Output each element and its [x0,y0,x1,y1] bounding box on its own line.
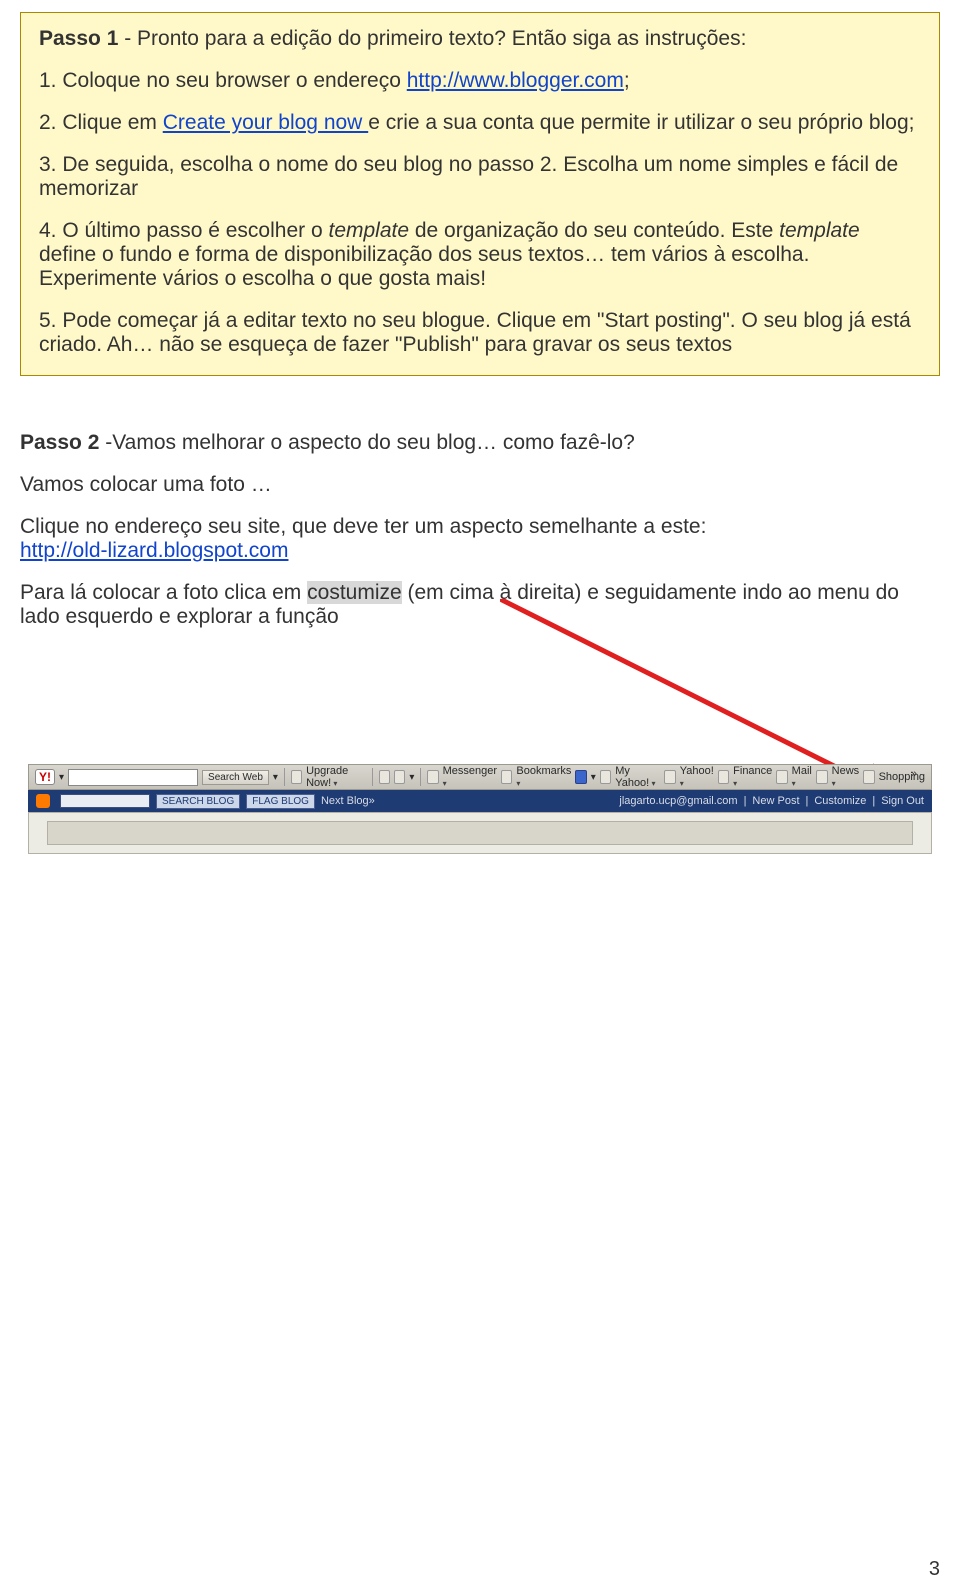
item4-e: define o fundo e forma de disponibilizaç… [39,243,809,290]
customize-link[interactable]: Customize [814,795,866,807]
passo1-item2: 2. Clique em Create your blog now e crie… [39,111,921,135]
search-web-button[interactable]: Search Web [202,770,269,785]
navbar-sep: | [872,795,875,807]
myyahoo-button[interactable]: My Yahoo! [615,765,660,789]
blogspot-link[interactable]: http://old-lizard.blogspot.com [20,539,288,562]
passo1-title: Passo 1 - Pronto para a edição do primei… [39,27,921,51]
blogger-link[interactable]: http://www.blogger.com [407,69,624,92]
browser-screenshot: Y! ▾ Search Web ▾ Upgrade Now! ▾ Messeng… [20,659,940,899]
plus-icon[interactable] [575,770,586,784]
myyahoo-icon [600,770,611,784]
passo1-item5: 5. Pode começar já a editar texto no seu… [39,309,921,357]
item1-prefix: 1. Coloque no seu browser o endereço [39,69,407,92]
toolbar-icon[interactable] [379,770,390,784]
overflow-chevron-icon[interactable]: » [911,768,917,780]
passo1-item4: 4. O último passo é escolher o template … [39,219,921,291]
item4-c: de organização do seu conteúdo. Este [409,219,779,242]
navbar-left: SEARCH BLOG FLAG BLOG Next Blog» [36,794,375,809]
passo2-title-bold: Passo 2 [20,431,105,454]
passo2-p2: Clique no endereço seu site, que deve te… [20,515,940,563]
item1-suffix: ; [624,69,630,92]
new-post-link[interactable]: New Post [752,795,799,807]
passo2-p1: Vamos colocar uma foto … [20,473,940,497]
navbar-sep: | [744,795,747,807]
user-email: jlagarto.ucp@gmail.com [619,795,737,807]
create-blog-link[interactable]: Create your blog now [163,111,368,134]
upgrade-icon [291,770,302,784]
messenger-button[interactable]: Messenger [443,765,497,789]
blog-inner-panel [47,821,913,845]
item4-d: template [779,219,860,242]
passo1-title-bold: Passo 1 [39,27,118,50]
yahoo-logo-icon: Y! [35,769,55,785]
item2-prefix: 2. Clique em [39,111,163,134]
finance-button[interactable]: Finance [733,765,772,789]
separator [420,768,421,786]
mail-button[interactable]: Mail [792,765,813,789]
blogger-logo-icon [36,794,50,808]
blog-content-area [28,812,932,854]
news-button[interactable]: News [832,765,860,789]
yahoo-search-input[interactable] [68,769,198,786]
flag-blog-button[interactable]: FLAG BLOG [246,794,315,809]
passo2-p3: Para lá colocar a foto clica em costumiz… [20,581,940,629]
messenger-icon [427,770,438,784]
bookmarks-icon [501,770,512,784]
p2-a: Clique no endereço seu site, que deve te… [20,515,706,538]
shopping-icon [863,770,874,784]
next-blog-link[interactable]: Next Blog» [321,795,375,807]
shopping-button[interactable]: Shopping [879,771,926,783]
blogger-navbar: SEARCH BLOG FLAG BLOG Next Blog» jlagart… [28,790,932,812]
blog-search-input[interactable] [60,794,150,808]
navbar-right: jlagarto.ucp@gmail.com | New Post | Cust… [619,795,924,807]
passo2-title: Passo 2 -Vamos melhorar o aspecto do seu… [20,431,940,455]
mail-icon [776,770,787,784]
page-number: 3 [929,1558,940,1581]
news-icon [816,770,827,784]
upgrade-button[interactable]: Upgrade Now! [306,765,366,789]
item2-suffix: e crie a sua conta que permite ir utiliz… [368,111,914,134]
p3-a: Para lá colocar a foto clica em [20,581,307,604]
separator [372,768,373,786]
search-blog-button[interactable]: SEARCH BLOG [156,794,240,809]
passo1-item3: 3. De seguida, escolha o nome do seu blo… [39,153,921,201]
passo2-title-rest: -Vamos melhorar o aspecto do seu blog… c… [105,431,635,454]
yahoo-icon [664,770,675,784]
costumize-highlight: costumize [307,581,402,604]
item4-a: 4. O último passo é escolher o [39,219,328,242]
bookmarks-button[interactable]: Bookmarks [516,765,571,789]
passo1-title-rest: - Pronto para a edição do primeiro texto… [118,27,746,50]
yahoo-button[interactable]: Yahoo! [680,765,714,789]
item4-b: template [328,219,409,242]
passo1-box: Passo 1 - Pronto para a edição do primei… [20,12,940,376]
finance-icon [718,770,729,784]
passo1-item1: 1. Coloque no seu browser o endereço htt… [39,69,921,93]
toolbar-icon[interactable] [394,770,405,784]
yahoo-toolbar: Y! ▾ Search Web ▾ Upgrade Now! ▾ Messeng… [28,764,932,790]
navbar-sep: | [806,795,809,807]
sign-out-link[interactable]: Sign Out [881,795,924,807]
separator [284,768,285,786]
